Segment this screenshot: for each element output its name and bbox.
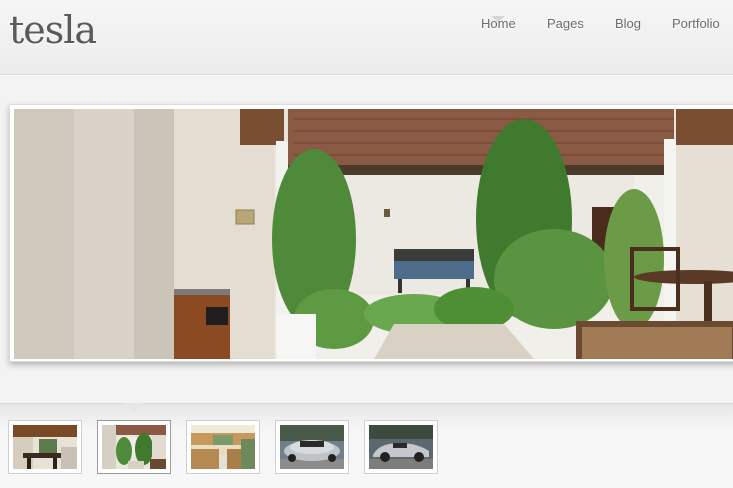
car-front-photo bbox=[280, 425, 344, 469]
courtyard-photo bbox=[14, 109, 733, 359]
kitchen-photo bbox=[191, 425, 255, 469]
nav-home[interactable]: Home bbox=[481, 16, 516, 31]
nav-portfolio[interactable]: Portfolio bbox=[672, 16, 720, 31]
slider-frame bbox=[9, 104, 733, 362]
thumbnail-courtyard[interactable] bbox=[97, 420, 171, 474]
nav-pages[interactable]: Pages bbox=[547, 16, 584, 31]
courtyard-thumb-photo bbox=[102, 425, 166, 469]
slide-image-courtyard[interactable] bbox=[14, 109, 733, 359]
nav-blog[interactable]: Blog bbox=[615, 16, 641, 31]
main-nav: Home Pages Blog Portfolio bbox=[0, 16, 733, 36]
thumbnail-dining-room[interactable] bbox=[8, 420, 82, 474]
thumbnail-car-side[interactable] bbox=[364, 420, 438, 474]
dining-room-photo bbox=[13, 425, 77, 469]
thumbnail-kitchen[interactable] bbox=[186, 420, 260, 474]
active-thumbnail-pointer bbox=[125, 403, 143, 412]
car-side-photo bbox=[369, 425, 433, 469]
thumbnail-car-front[interactable] bbox=[275, 420, 349, 474]
site-header: tesla Home Pages Blog Portfolio bbox=[0, 0, 733, 75]
